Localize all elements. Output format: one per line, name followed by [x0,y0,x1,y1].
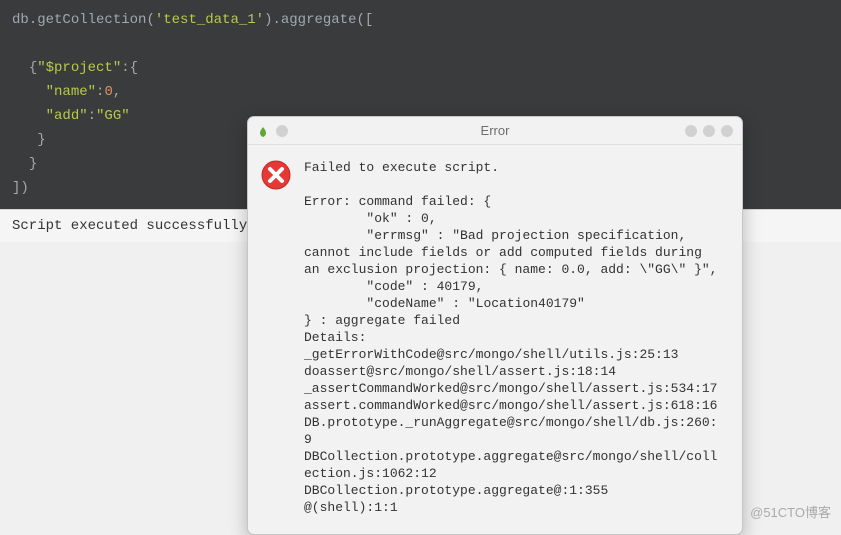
code-line: "name":0, [12,80,829,104]
titlebar-dot-icon[interactable] [276,125,288,137]
watermark: @51CTO博客 [750,502,831,521]
titlebar-dot-icon[interactable] [685,125,697,137]
console-message: Script executed successfully, [12,218,256,234]
error-message: Failed to execute script. Error: command… [304,159,724,516]
error-icon [260,159,292,191]
dialog-title: Error [248,123,742,138]
code-line: {"$project":{ [12,56,829,80]
code-line [12,32,829,56]
titlebar-dot-icon[interactable] [721,125,733,137]
code-line: db.getCollection('test_data_1').aggregat… [12,8,829,32]
app-leaf-icon [257,125,269,137]
dialog-titlebar[interactable]: Error [248,117,742,145]
titlebar-dot-icon[interactable] [703,125,715,137]
dialog-body: Failed to execute script. Error: command… [248,145,742,534]
error-dialog: Error Failed to execute script. Error: c… [247,116,743,535]
